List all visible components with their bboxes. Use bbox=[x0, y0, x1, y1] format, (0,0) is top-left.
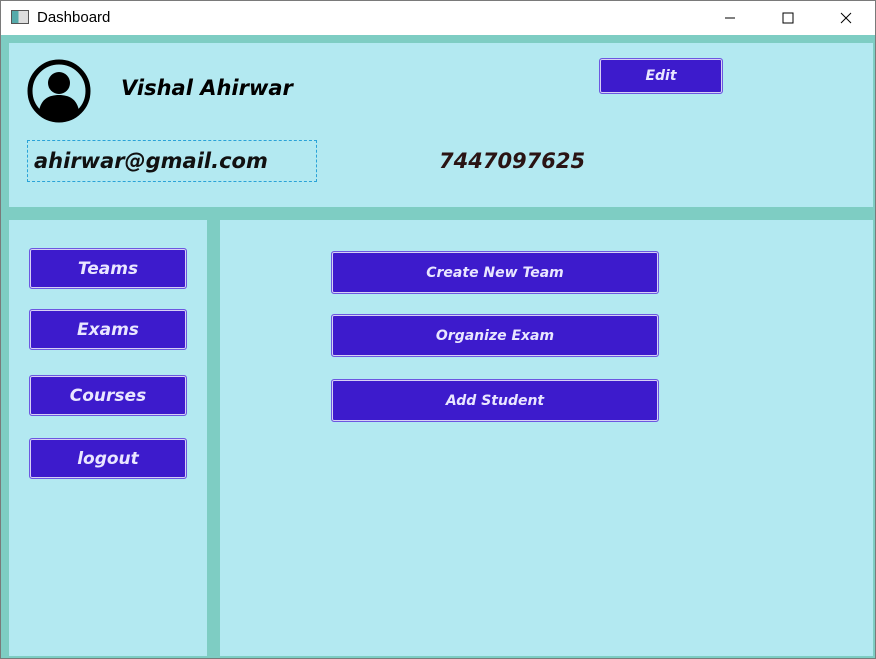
sidebar-item-exams[interactable]: Exams bbox=[29, 309, 187, 350]
organize-exam-button[interactable]: Organize Exam bbox=[331, 314, 659, 357]
create-new-team-button[interactable]: Create New Team bbox=[331, 251, 659, 294]
minimize-button[interactable] bbox=[701, 1, 759, 35]
profile-header-panel: Vishal Ahirwar Edit ahirwar@gmail.com 74… bbox=[9, 43, 873, 207]
user-phone: 7447097625 bbox=[439, 149, 586, 173]
sidebar: Teams Exams Courses logout bbox=[9, 220, 207, 656]
title-bar[interactable]: Dashboard bbox=[1, 1, 875, 35]
sidebar-item-logout[interactable]: logout bbox=[29, 438, 187, 479]
user-avatar-icon bbox=[27, 59, 91, 123]
maximize-icon bbox=[782, 12, 794, 24]
app-icon bbox=[11, 10, 29, 24]
sidebar-item-courses[interactable]: Courses bbox=[29, 375, 187, 416]
window-title: Dashboard bbox=[37, 9, 111, 26]
add-student-button[interactable]: Add Student bbox=[331, 379, 659, 422]
close-icon bbox=[840, 12, 852, 24]
maximize-button[interactable] bbox=[759, 1, 817, 35]
dashboard-window: Dashboard Vishal Ahirwar Edit ahirwar@gm… bbox=[0, 0, 876, 659]
edit-profile-button[interactable]: Edit bbox=[599, 58, 723, 94]
close-button[interactable] bbox=[817, 1, 875, 35]
user-name: Vishal Ahirwar bbox=[121, 76, 293, 100]
user-email: ahirwar@gmail.com bbox=[34, 149, 268, 173]
email-field[interactable]: ahirwar@gmail.com bbox=[27, 140, 317, 182]
minimize-icon bbox=[725, 17, 735, 19]
sidebar-item-teams[interactable]: Teams bbox=[29, 248, 187, 289]
main-content: Create New Team Organize Exam Add Studen… bbox=[220, 220, 873, 656]
